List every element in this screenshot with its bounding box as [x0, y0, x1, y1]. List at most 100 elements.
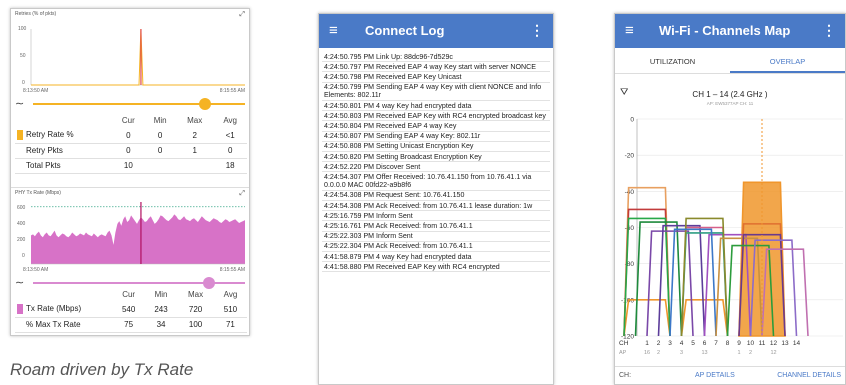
ap-count: 2 — [749, 350, 752, 356]
log-entry: 4:24:50.804 PM Received EAP 4 way Key — [322, 121, 550, 132]
retries-slider-knob[interactable] — [198, 98, 211, 110]
cell-max: 100 — [177, 317, 214, 333]
log-entry: 4:24:54.308 PM Ack Received: from 10.76.… — [322, 201, 550, 212]
ap-details-button[interactable]: AP DETAILS — [695, 372, 735, 379]
cell-max: 1 — [176, 143, 214, 159]
connect-log-panel: ≡ Connect Log ⋮ 4:24:50.795 PM Link Up: … — [318, 13, 554, 385]
column-header: Min — [154, 290, 168, 299]
channels-map-panel: ≡ Wi-Fi - Channels Map ⋮ UTILIZATION OVE… — [614, 13, 846, 385]
tab-overlap[interactable]: OVERLAP — [730, 57, 845, 66]
channel-x-tick: 1 — [645, 340, 649, 347]
phy-stats-table: Cur Min Max Avg Tx Rate (Mbps) 540 243 7… — [15, 287, 247, 333]
log-entry: 4:24:50.798 PM Received EAP Key Unicast — [322, 72, 550, 83]
channel-x-tick: 7 — [714, 340, 718, 347]
channels-y-tick: -20 — [625, 153, 635, 160]
series-swatch — [17, 304, 23, 315]
phy-x-start: 8:13:50 AM — [23, 267, 49, 273]
row-label: Tx Rate (Mbps) — [15, 302, 113, 318]
channels-y-tick: 0 — [630, 117, 634, 124]
column-header — [15, 113, 112, 128]
channel-x-tick: 3 — [668, 340, 672, 347]
app-bar: ≡ Connect Log ⋮ — [319, 14, 553, 48]
table-header-row: Cur Min Max Avg — [15, 113, 247, 128]
tab-bar: UTILIZATION OVERLAP — [615, 48, 845, 74]
retries-chart — [30, 28, 245, 86]
channel-x-tick: 8 — [726, 340, 730, 347]
cell-cur: 75 — [112, 317, 145, 333]
cell-max: 2 — [176, 128, 214, 144]
cell-cur: 0 — [112, 128, 145, 144]
page-title: Wi-Fi - Channels Map — [659, 23, 791, 38]
more-options-icon[interactable]: ⋮ — [822, 22, 836, 39]
table-row[interactable]: Total Pkts 10 18 — [15, 158, 247, 174]
channel-x-tick: 2 — [657, 340, 661, 347]
ap-count: 16 — [644, 350, 650, 356]
cell-avg: 510 — [213, 302, 247, 318]
log-entry: 4:24:50.795 PM Link Up: 88dc96-7d529c — [322, 52, 550, 63]
row-label-text: Tx Rate (Mbps) — [26, 304, 82, 314]
row-label: Retry Rate % — [15, 128, 113, 144]
phy-chart-area: PHY Tx Rate (Mbps) ⤢ 600 400 200 0 8:13:… — [11, 187, 249, 277]
tab-utilization[interactable]: UTILIZATION — [615, 57, 730, 66]
ap-count: 13 — [701, 350, 707, 356]
log-entry: 4:24:50.807 PM Sending EAP 4 way Key: 80… — [322, 132, 550, 142]
channel-subheading: AP: EW5377AP CH: 11 — [706, 101, 754, 106]
footer-ch-label: CH: — [619, 372, 632, 379]
cell-avg: <1 — [213, 128, 247, 144]
table-row[interactable]: Retry Pkts 0 0 1 0 — [15, 143, 247, 159]
cell-max: 720 — [177, 302, 214, 318]
ap-count: 2 — [657, 350, 660, 356]
channels-overlap-chart: 0-20-40-60-80-100-120CH 1 2 3 4 5 6 7 8 9 10 11 12 13… — [619, 117, 843, 356]
cell-cur: 0 — [112, 143, 145, 159]
channel-x-tick: 11 — [759, 340, 766, 347]
hamburger-menu-icon[interactable]: ≡ — [625, 22, 634, 39]
retries-series-line — [31, 28, 245, 86]
table-row[interactable]: % Max Tx Rate 75 34 100 71 — [15, 317, 247, 333]
phy-x-end: 8:15:55 AM — [219, 267, 245, 273]
cell-max — [176, 158, 214, 174]
cell-min: 243 — [144, 302, 178, 318]
log-entry: 4:25:16.759 PM Inform Sent — [322, 211, 550, 222]
log-entry: 4:24:50.797 PM Received EAP 4 way Key st… — [322, 62, 550, 73]
retries-slider-track[interactable] — [33, 103, 245, 105]
row-label: Retry Pkts — [15, 143, 113, 159]
retries-chart-area: Retries (% of pkts) ⤢ 100 50 0 8:13:50 A… — [11, 9, 249, 99]
cell-min: 0 — [144, 128, 177, 144]
connect-log-list[interactable]: 4:24:50.795 PM Link Up: 88dc96-7d529c 4:2… — [322, 52, 550, 273]
log-entry: 4:24:50.820 PM Setting Broadcast Encrypt… — [322, 152, 550, 163]
table-row[interactable]: Retry Rate % 0 0 2 <1 — [15, 128, 247, 144]
cell-cur: 540 — [112, 302, 145, 318]
log-entry: 4:24:54.308 PM Request Sent: 10.76.41.15… — [322, 191, 550, 202]
zoom-icon[interactable]: ∼ — [15, 97, 24, 110]
cell-min: 0 — [144, 143, 177, 159]
channel-x-tick: 9 — [737, 340, 741, 347]
column-header: Cur — [121, 116, 135, 125]
channel-x-tick: 14 — [793, 340, 801, 347]
caption: Roam driven by Tx Rate — [10, 360, 194, 379]
retries-time-slider[interactable]: ∼ — [11, 97, 249, 111]
log-entry: 4:41:58.880 PM Received EAP Key with RC4… — [322, 262, 550, 273]
cell-avg: 0 — [213, 143, 247, 159]
log-entry: 4:25:16.761 PM Ack Received: from 10.76.… — [322, 221, 550, 232]
log-entry: 4:24:50.799 PM Sending EAP 4 way Key wit… — [322, 83, 550, 102]
more-options-icon[interactable]: ⋮ — [530, 22, 544, 39]
channel-x-tick: 13 — [781, 340, 789, 347]
channel-details-button[interactable]: CHANNEL DETAILS — [777, 372, 841, 379]
retries-x-start: 8:13:50 AM — [23, 88, 49, 94]
cell-avg: 71 — [213, 317, 247, 333]
table-row[interactable]: Tx Rate (Mbps) 540 243 720 510 — [15, 302, 247, 318]
ap-count-label: AP — [619, 350, 627, 356]
row-label: % Max Tx Rate — [15, 317, 113, 333]
ap-count: 1 — [737, 350, 740, 356]
log-entry: 4:24:50.801 PM 4 way Key had encrypted d… — [322, 101, 550, 112]
channel-x-tick: 4 — [680, 340, 684, 347]
app-bar: ≡ Wi-Fi - Channels Map ⋮ — [615, 14, 845, 48]
footer-bar: CH: AP DETAILS CHANNEL DETAILS — [615, 366, 845, 384]
roam-metrics-panel: Retries (% of pkts) ⤢ 100 50 0 8:13:50 A… — [10, 8, 250, 336]
column-header: Min — [153, 116, 167, 125]
log-entry: 4:24:50.803 PM Received EAP Key with RC4… — [322, 111, 550, 122]
hamburger-menu-icon[interactable]: ≡ — [329, 22, 338, 39]
channel-x-tick: 12 — [770, 340, 778, 347]
channels-x-axis-label: CH — [619, 340, 629, 347]
cell-min: 34 — [144, 317, 178, 333]
